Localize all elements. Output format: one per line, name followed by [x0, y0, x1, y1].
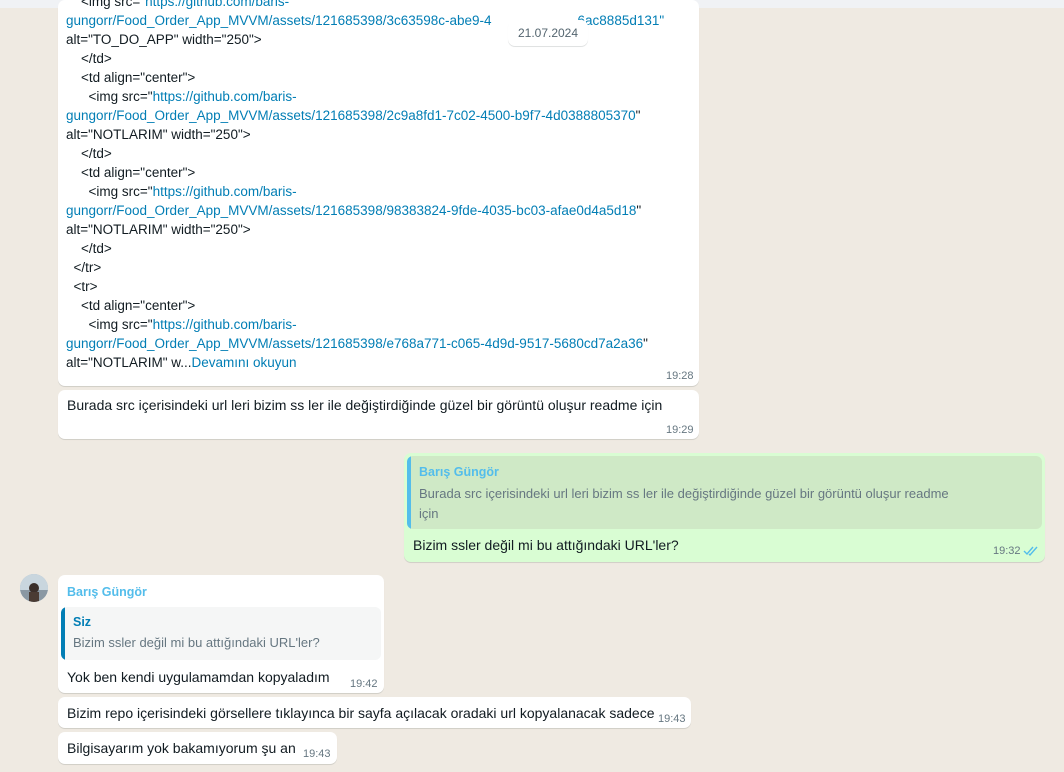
- message-bubble-bilgisayar[interactable]: Bilgisayarım yok bakamıyorum şu an 19:43: [58, 732, 337, 764]
- code-line: </tr>: [66, 258, 691, 277]
- message-time: 19:42: [350, 678, 378, 690]
- quoted-message[interactable]: Siz Bizim ssler değil mi bu attığındaki …: [61, 607, 381, 660]
- code-text: </td>: [66, 241, 112, 256]
- code-text: ": [643, 336, 648, 351]
- code-line: <td align="center">: [66, 68, 691, 87]
- double-check-icon: [1023, 544, 1039, 557]
- code-line: <td align="center">: [66, 163, 691, 182]
- read-more-link[interactable]: Devamını okuyun: [192, 355, 297, 370]
- code-line: <img src="https://github.com/baris-: [66, 182, 691, 201]
- code-text: <td align="center">: [66, 298, 196, 313]
- message-time: 19:43: [658, 713, 686, 725]
- code-text: alt="NOTLARIM" w...: [66, 355, 192, 370]
- message-text: Bilgisayarım yok bakamıyorum şu an: [67, 740, 296, 756]
- code-line: <img src="https://github.com/baris-: [66, 0, 691, 11]
- code-text: ": [636, 203, 642, 218]
- quote-author: Barış Güngör: [419, 465, 499, 479]
- message-bubble-repo[interactable]: Bizim repo içerisindeki görsellere tıkla…: [58, 697, 691, 728]
- code-text: <img src=": [66, 89, 153, 104]
- quote-author: Siz: [73, 615, 92, 629]
- code-link[interactable]: gungorr/Food_Order_App_MVVM/assets/12168…: [66, 108, 636, 123]
- code-link[interactable]: https://github.com/baris-: [153, 317, 297, 332]
- message-time: 19:29: [666, 424, 694, 436]
- message-text: Yok ben kendi uygulamamdan kopyaladım: [67, 669, 330, 685]
- quote-text: Bizim ssler değil mi bu attığındaki URL'…: [73, 635, 320, 650]
- code-text: alt="NOTLARIM" width="250">: [66, 222, 251, 237]
- message-time: 19:32: [993, 545, 1021, 557]
- code-line: </td>: [66, 144, 691, 163]
- code-line: alt="NOTLARIM" w...Devamını okuyun: [66, 353, 691, 372]
- message-text: Bizim ssler değil mi bu attığındaki URL'…: [413, 537, 679, 553]
- code-link[interactable]: https://github.com/baris-: [153, 89, 297, 104]
- code-text: <tr>: [66, 279, 98, 294]
- message-bubble-burada[interactable]: Burada src içerisindeki url leri bizim s…: [58, 390, 699, 439]
- code-link[interactable]: https://github.com/baris-: [153, 184, 297, 199]
- code-line: <tr>: [66, 277, 691, 296]
- code-link[interactable]: gungorr/Food_Order_App_MVVM/assets/12168…: [66, 13, 492, 28]
- message-time: 19:28: [666, 370, 694, 382]
- code-message-text: <img src="https://github.com/baris-gungo…: [66, 0, 691, 372]
- code-link[interactable]: https://github.com/baris-: [145, 0, 289, 9]
- message-time: 19:43: [303, 748, 331, 760]
- message-text: Bizim repo içerisindeki görsellere tıkla…: [67, 705, 655, 721]
- date-separator: 21.07.2024: [508, 20, 588, 46]
- code-text: </tr>: [66, 260, 102, 275]
- code-text: <td align="center">: [66, 165, 196, 180]
- code-line: <img src="https://github.com/baris-: [66, 87, 691, 106]
- code-line: gungorr/Food_Order_App_MVVM/assets/12168…: [66, 106, 691, 125]
- code-line: </td>: [66, 49, 691, 68]
- quote-bar: [61, 607, 65, 660]
- code-text: <img src=": [66, 184, 153, 199]
- code-line: gungorr/Food_Order_App_MVVM/assets/12168…: [66, 201, 691, 220]
- code-line: <img src="https://github.com/baris-: [66, 315, 691, 334]
- code-link[interactable]: 6ac8885d131": [578, 13, 665, 28]
- avatar[interactable]: [20, 574, 48, 602]
- code-text: </td>: [66, 146, 112, 161]
- code-text: alt="TO_DO_APP" width="250">: [66, 32, 262, 47]
- code-line: alt="NOTLARIM" width="250">: [66, 220, 691, 239]
- code-text: ": [635, 108, 641, 123]
- code-text: <img src=": [66, 0, 146, 9]
- incoming-reply-bubble[interactable]: Barış Güngör Siz Bizim ssler değil mi bu…: [58, 575, 384, 693]
- message-text: Burada src içerisindeki url leri bizim s…: [67, 397, 663, 413]
- quoted-message[interactable]: Barış Güngör Burada src içerisindeki url…: [407, 456, 1042, 529]
- code-line: alt="TO_DO_APP" width="250">: [66, 30, 691, 49]
- code-line: gungorr/Food_Order_App_MVVM/assets/12168…: [66, 11, 691, 30]
- outgoing-reply-bubble[interactable]: Barış Güngör Burada src içerisindeki url…: [404, 453, 1045, 562]
- code-line: gungorr/Food_Order_App_MVVM/assets/12168…: [66, 334, 691, 353]
- code-line: </td>: [66, 239, 691, 258]
- code-line: alt="NOTLARIM" width="250">: [66, 125, 691, 144]
- code-text: alt="NOTLARIM" width="250">: [66, 127, 251, 142]
- code-link[interactable]: gungorr/Food_Order_App_MVVM/assets/12168…: [66, 336, 643, 351]
- code-line: <td align="center">: [66, 296, 691, 315]
- code-message-bubble[interactable]: <img src="https://github.com/baris-gungo…: [58, 0, 699, 386]
- code-text: <td align="center">: [66, 70, 196, 85]
- code-text: <img src=": [66, 317, 153, 332]
- quote-bar: [407, 456, 411, 529]
- code-link[interactable]: gungorr/Food_Order_App_MVVM/assets/12168…: [66, 203, 636, 218]
- quote-text-line2: için: [419, 506, 439, 521]
- sender-name[interactable]: Barış Güngör: [67, 585, 147, 599]
- quote-text-line1: Burada src içerisindeki url leri bizim s…: [419, 486, 949, 501]
- code-text: </td>: [66, 51, 112, 66]
